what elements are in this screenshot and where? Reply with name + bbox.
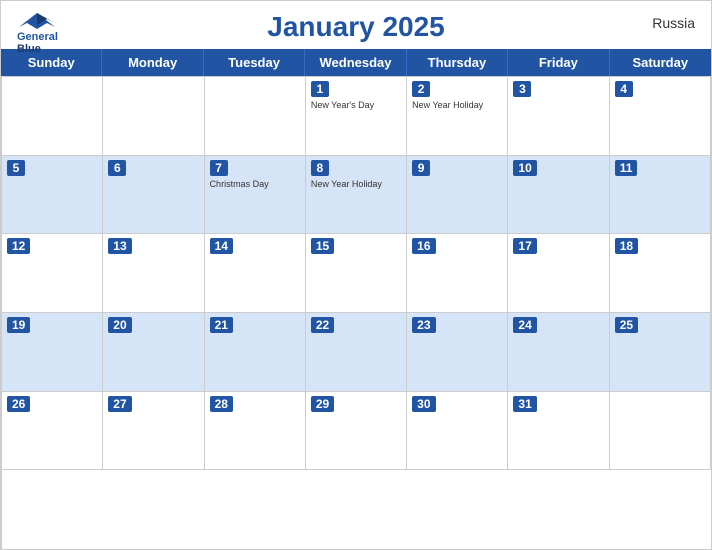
day-cell: 7 Christmas Day <box>205 156 306 235</box>
day-cell: 30 <box>407 392 508 471</box>
day-number: 10 <box>513 160 536 176</box>
day-number: 1 <box>311 81 329 97</box>
day-number: 19 <box>7 317 30 333</box>
day-number: 21 <box>210 317 233 333</box>
day-number: 13 <box>108 238 131 254</box>
day-cell: 4 <box>610 77 711 156</box>
day-number: 16 <box>412 238 435 254</box>
day-cell: 28 <box>205 392 306 471</box>
day-number: 27 <box>108 396 131 412</box>
day-cell: 13 <box>103 234 204 313</box>
day-cell: 3 <box>508 77 609 156</box>
day-cell: 16 <box>407 234 508 313</box>
day-cell: 22 <box>306 313 407 392</box>
event-text: New Year Holiday <box>311 179 401 191</box>
day-cell: 5 <box>2 156 103 235</box>
day-cell: 9 <box>407 156 508 235</box>
calendar-header: General Blue January 2025 Russia <box>1 1 711 49</box>
logo-icon <box>19 9 55 31</box>
day-number: 31 <box>513 396 536 412</box>
calendar-grid: 1 New Year's Day 2 New Year Holiday 3 4 5 6 7 Chr… <box>1 76 711 549</box>
country-label: Russia <box>652 15 695 31</box>
event-text: Christmas Day <box>210 179 300 191</box>
event-text: New Year Holiday <box>412 100 502 112</box>
day-cell: 14 <box>205 234 306 313</box>
day-cell: 1 New Year's Day <box>306 77 407 156</box>
event-text: New Year's Day <box>311 100 401 112</box>
day-cell: 31 <box>508 392 609 471</box>
day-number: 9 <box>412 160 430 176</box>
day-number: 6 <box>108 160 126 176</box>
day-cell: 11 <box>610 156 711 235</box>
day-headers: SundayMondayTuesdayWednesdayThursdayFrid… <box>1 49 711 76</box>
day-cell <box>205 77 306 156</box>
day-cell: 2 New Year Holiday <box>407 77 508 156</box>
day-header-wednesday: Wednesday <box>305 49 406 76</box>
day-header-saturday: Saturday <box>610 49 711 76</box>
day-number: 28 <box>210 396 233 412</box>
day-cell: 6 <box>103 156 204 235</box>
day-number: 7 <box>210 160 228 176</box>
day-cell: 17 <box>508 234 609 313</box>
day-number: 3 <box>513 81 531 97</box>
day-number: 4 <box>615 81 633 97</box>
day-cell: 27 <box>103 392 204 471</box>
calendar-title: January 2025 <box>267 11 444 43</box>
logo: General Blue <box>17 9 58 55</box>
day-number: 12 <box>7 238 30 254</box>
day-cell: 26 <box>2 392 103 471</box>
day-cell: 21 <box>205 313 306 392</box>
day-number: 11 <box>615 160 638 176</box>
day-number: 29 <box>311 396 334 412</box>
day-cell <box>103 77 204 156</box>
day-cell: 18 <box>610 234 711 313</box>
day-cell: 8 New Year Holiday <box>306 156 407 235</box>
day-cell: 10 <box>508 156 609 235</box>
day-cell: 15 <box>306 234 407 313</box>
day-cell: 23 <box>407 313 508 392</box>
day-cell <box>2 77 103 156</box>
day-number: 30 <box>412 396 435 412</box>
day-header-monday: Monday <box>102 49 203 76</box>
day-header-friday: Friday <box>508 49 609 76</box>
day-number: 22 <box>311 317 334 333</box>
day-number: 17 <box>513 238 536 254</box>
day-number: 14 <box>210 238 233 254</box>
day-cell: 24 <box>508 313 609 392</box>
day-number: 26 <box>7 396 30 412</box>
calendar-container: General Blue January 2025 Russia SundayM… <box>0 0 712 550</box>
day-cell: 29 <box>306 392 407 471</box>
day-number: 2 <box>412 81 430 97</box>
logo-text: General Blue <box>17 31 58 55</box>
day-cell: 12 <box>2 234 103 313</box>
day-number: 18 <box>615 238 638 254</box>
day-header-tuesday: Tuesday <box>204 49 305 76</box>
day-number: 20 <box>108 317 131 333</box>
day-number: 25 <box>615 317 638 333</box>
day-cell: 25 <box>610 313 711 392</box>
day-cell: 19 <box>2 313 103 392</box>
day-number: 24 <box>513 317 536 333</box>
day-number: 5 <box>7 160 25 176</box>
day-cell: 20 <box>103 313 204 392</box>
day-cell <box>610 392 711 471</box>
day-number: 15 <box>311 238 334 254</box>
day-number: 8 <box>311 160 329 176</box>
day-number: 23 <box>412 317 435 333</box>
day-header-thursday: Thursday <box>407 49 508 76</box>
